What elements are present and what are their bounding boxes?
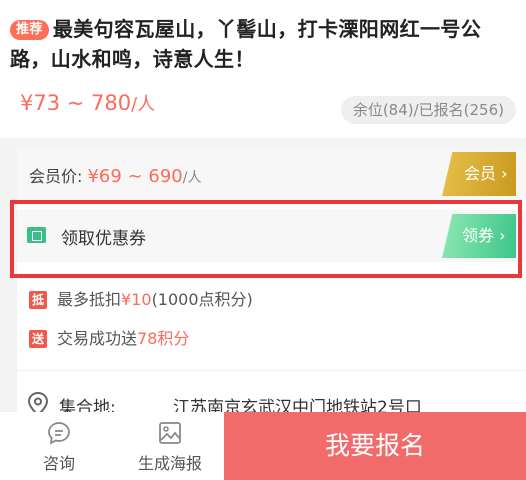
product-title: 推荐 最美句容瓦屋山，丫髻山，打卡溧阳网红一号公路，山水和鸣，诗意人生！ — [10, 14, 520, 74]
deduct-points: (1000点积分) — [151, 290, 253, 309]
deduct-text: 最多抵扣 — [57, 290, 122, 309]
member-price-value: ¥69 ~ 690 — [87, 166, 183, 187]
recommend-tag: 推荐 — [10, 20, 49, 40]
bottom-bar: 咨询 生成海报 我要报名 — [0, 412, 526, 480]
signup-button[interactable]: 我要报名 — [224, 412, 526, 480]
gift-badge: 送 — [29, 330, 47, 348]
member-price-row: 会员价: ¥69 ~ 690/人 会员 › — [17, 148, 526, 200]
member-button[interactable]: 会员 › — [442, 152, 516, 196]
deduct-badge: 抵 — [29, 291, 47, 309]
gift-text: 交易成功送 — [57, 329, 138, 348]
consult-button[interactable]: 咨询 — [28, 420, 90, 474]
deduct-row: 抵最多抵扣¥10(1000点积分) — [29, 286, 253, 309]
price-unit: /人 — [131, 94, 156, 115]
coupon-highlight-box — [10, 200, 522, 278]
member-price-unit: /人 — [182, 170, 202, 186]
deduct-amount: ¥10 — [121, 290, 152, 309]
price-range-value: ¥73 ~ 780 — [20, 91, 132, 115]
product-title-text: 最美句容瓦屋山，丫髻山，打卡溧阳网红一号公路，山水和鸣，诗意人生！ — [10, 17, 482, 71]
poster-label: 生成海报 — [137, 454, 202, 473]
product-header: 推荐 最美句容瓦屋山，丫髻山，打卡溧阳网红一号公路，山水和鸣，诗意人生！ ¥73 … — [0, 0, 526, 138]
poster-button[interactable]: 生成海报 — [128, 420, 212, 474]
member-label-text: 会员价: — [29, 167, 88, 186]
quota-badge: 余位(84)/已报名(256) — [340, 96, 516, 124]
member-price-label: 会员价: ¥69 ~ 690/人 — [29, 163, 201, 187]
image-icon — [159, 422, 181, 444]
member-button-label: 会员 — [464, 164, 497, 183]
gift-row: 送交易成功送78积分 — [29, 325, 190, 348]
price-range: ¥73 ~ 780/人 — [20, 90, 155, 116]
consult-label: 咨询 — [42, 454, 75, 473]
chat-icon — [48, 422, 70, 445]
gift-points: 78积分 — [137, 329, 190, 348]
